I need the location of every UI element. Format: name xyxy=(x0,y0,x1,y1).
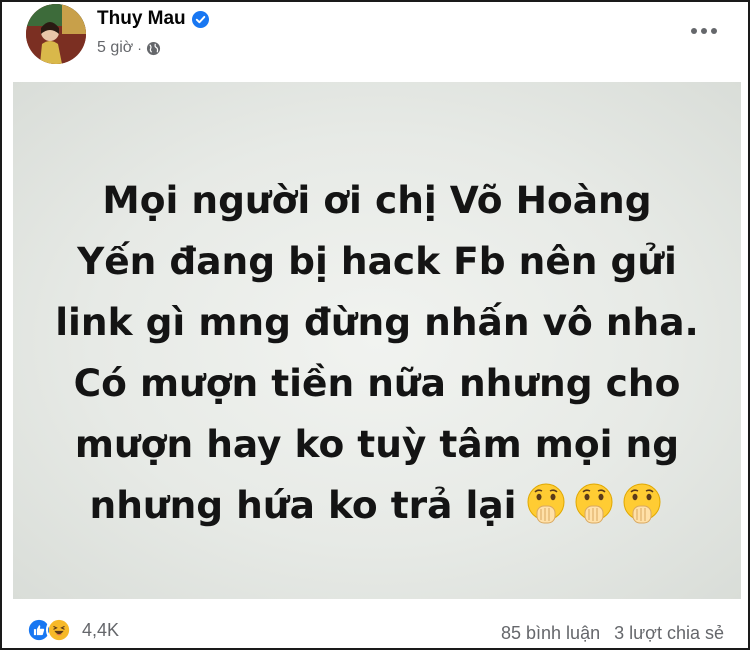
more-dot xyxy=(701,28,707,34)
post-header: Thuy Mau 5 giờ · xyxy=(2,2,748,80)
hand-over-mouth-emoji-icon xyxy=(527,483,565,523)
post-text-line: Có mượn tiền nữa nhưng cho xyxy=(73,361,681,405)
post-text-last-line: nhưng hứa ko trả lại xyxy=(13,475,741,536)
post-text: Mọi người ơi chị Võ Hoàng Yến đang bị ha… xyxy=(13,170,741,536)
comments-count[interactable]: 85 bình luận xyxy=(501,623,600,644)
post-content-background: Mọi người ơi chị Võ Hoàng Yến đang bị ha… xyxy=(13,82,741,599)
post-footer: 4,4K 85 bình luận 3 lượt chia sẻ xyxy=(2,607,748,648)
more-options-button[interactable] xyxy=(686,16,722,46)
globe-icon[interactable] xyxy=(146,41,161,56)
engagement-stats: 85 bình luận 3 lượt chia sẻ xyxy=(501,623,724,644)
post-text-line: link gì mng đừng nhấn vô nha. xyxy=(55,300,699,344)
hand-over-mouth-emoji-icon xyxy=(623,483,661,523)
emoji-group xyxy=(524,482,664,526)
avatar[interactable] xyxy=(26,4,86,64)
more-dot xyxy=(691,28,697,34)
reaction-count[interactable]: 4,4K xyxy=(82,620,119,641)
meta-separator: · xyxy=(137,40,142,56)
hand-over-mouth-emoji-icon xyxy=(575,483,613,523)
more-dot xyxy=(711,28,717,34)
post-meta: 5 giờ · xyxy=(97,39,161,57)
haha-icon xyxy=(46,617,72,643)
post-text-line: Mọi người ơi chị Võ Hoàng xyxy=(102,178,652,222)
post-text-line: Yến đang bị hack Fb nên gửi xyxy=(77,239,677,283)
shares-count[interactable]: 3 lượt chia sẻ xyxy=(614,623,724,644)
author-row: Thuy Mau xyxy=(97,8,209,30)
post-timestamp[interactable]: 5 giờ xyxy=(97,39,133,57)
avatar-image xyxy=(26,4,86,64)
verified-badge-icon xyxy=(191,10,209,28)
facebook-post-card: Thuy Mau 5 giờ · Mọi người ơi chị Võ Hoà… xyxy=(0,0,750,650)
post-text-line: nhưng hứa ko trả lại xyxy=(89,483,517,527)
post-text-line: mượn hay ko tuỳ tâm mọi ng xyxy=(74,422,680,466)
reactions-summary[interactable]: 4,4K xyxy=(26,617,119,643)
author-name[interactable]: Thuy Mau xyxy=(97,8,186,30)
